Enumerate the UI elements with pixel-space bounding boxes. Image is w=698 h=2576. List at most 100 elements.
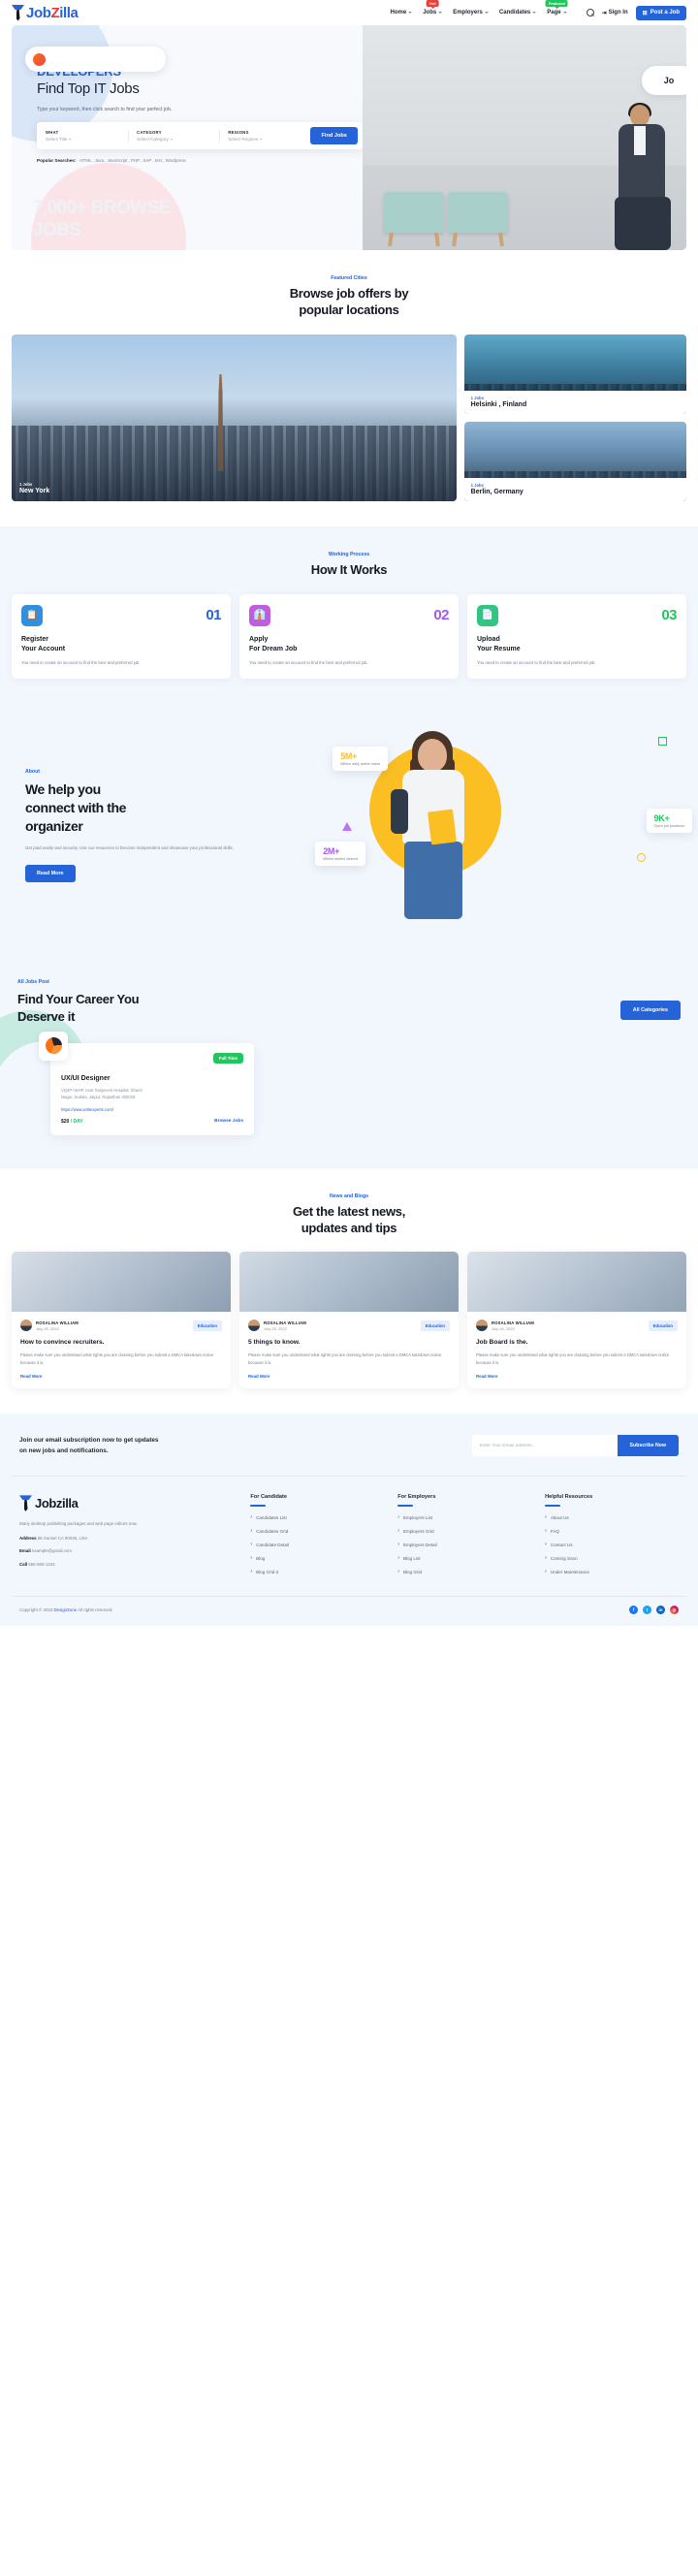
- avatar: [20, 1320, 32, 1332]
- search-icon[interactable]: [586, 9, 594, 16]
- footer-link[interactable]: › Blog Grid: [397, 1569, 531, 1574]
- designzone-link[interactable]: DesignZone: [53, 1607, 77, 1612]
- step-number: 02: [433, 607, 449, 624]
- footer-link[interactable]: › Blog: [250, 1555, 384, 1561]
- chevron-right-icon: ›: [250, 1555, 253, 1562]
- hero-floating-search[interactable]: [25, 47, 166, 72]
- twitter-icon[interactable]: t: [643, 1606, 651, 1615]
- find-jobs-button[interactable]: Find Jobs: [310, 127, 358, 145]
- footer-link[interactable]: › Employers Grid: [397, 1528, 531, 1534]
- city-label: 1 Jobs New York: [12, 476, 57, 501]
- footer-link[interactable]: › Candidates List: [250, 1514, 384, 1520]
- how-card-upload[interactable]: 📄 03 Upload Your Resume You need to creat…: [467, 593, 686, 680]
- all-categories-button[interactable]: All Categories: [619, 1001, 681, 1021]
- how-card-apply[interactable]: 👔 02 Apply For Dream Job You need to crea…: [239, 593, 459, 680]
- sign-in-button[interactable]: ⇥ Sign In: [602, 10, 628, 16]
- blog-card[interactable]: ROSALINA WILLIAM July 25, 2022 Education…: [239, 1252, 459, 1388]
- newsletter-email-input[interactable]: [471, 1435, 618, 1457]
- city-job-count: 1 Jobs: [470, 395, 484, 400]
- how-cards: 📋 01 Register Your Account You need to cr…: [12, 593, 686, 680]
- post-job-label: Post a Job: [650, 10, 680, 16]
- chevron-down-icon: [170, 138, 173, 141]
- nav-label: Page: [547, 10, 561, 16]
- job-website-link[interactable]: https://www.w3itexperts.com/: [61, 1107, 243, 1112]
- brand-logo[interactable]: JobZilla: [12, 4, 79, 21]
- footer-link[interactable]: › Coming Soon: [545, 1555, 679, 1561]
- featured-badge: Featured: [545, 0, 568, 7]
- footer-link[interactable]: › Candidates Grid: [250, 1528, 384, 1534]
- popular-tags[interactable]: HTML , Java , JavaScript , PHP , SAP , t…: [79, 158, 185, 163]
- blog-category-badge[interactable]: Education: [192, 1320, 222, 1331]
- briefcase-icon: ⊞: [642, 10, 648, 16]
- copyright-text: Copyright © 2023 DesignZone All rights r…: [19, 1607, 113, 1613]
- search-field-regions[interactable]: REGIONS Select Regions: [228, 130, 302, 142]
- facebook-icon[interactable]: f: [629, 1606, 638, 1615]
- footer-link[interactable]: › Contact Us: [545, 1542, 679, 1547]
- nav-item-candidates[interactable]: Candidates: [499, 10, 537, 16]
- footer-link[interactable]: › Blog List: [397, 1555, 531, 1561]
- city-label: 1 Jobs Helsinki , Finland: [463, 390, 686, 414]
- nav-item-page[interactable]: Featured Page: [545, 0, 568, 16]
- chevron-right-icon: ›: [545, 1542, 547, 1548]
- subscribe-button[interactable]: Subscribe Now: [617, 1435, 679, 1457]
- post-a-job-button[interactable]: ⊞ Post a Job: [635, 5, 686, 20]
- read-more-link[interactable]: Read More: [476, 1374, 678, 1379]
- blog-section: News and Blogs Get the latest news, upda…: [0, 1167, 698, 1414]
- blog-card[interactable]: ROSALINA WILLIAM July 25, 2022 Education…: [12, 1252, 231, 1388]
- blog-card[interactable]: ROSALINA WILLIAM July 25, 2022 Education…: [467, 1252, 686, 1388]
- nav-item-employers[interactable]: Employers: [453, 10, 489, 16]
- stat-card-active-users: 5M+ Million daily active users: [333, 747, 389, 772]
- footer-link[interactable]: › About Us: [545, 1514, 679, 1520]
- city-job-count: 1 Jobs: [19, 481, 33, 487]
- blog-grid: ROSALINA WILLIAM July 25, 2022 Education…: [12, 1252, 686, 1388]
- city-card-helsinki[interactable]: 1 Jobs Helsinki , Finland: [463, 334, 686, 414]
- nav-item-home[interactable]: Home: [391, 10, 413, 16]
- section-title: Find Your Career You Deserve it: [17, 992, 140, 1025]
- read-more-button[interactable]: Read More: [25, 864, 76, 882]
- blog-title: How to convince recruiters.: [20, 1339, 105, 1347]
- company-logo-icon: [39, 1031, 68, 1061]
- chevron-right-icon: ›: [397, 1542, 399, 1548]
- instagram-icon[interactable]: ◎: [670, 1606, 679, 1615]
- nav-item-jobs[interactable]: Hot Jobs: [423, 0, 443, 16]
- job-title: UX/UI Designer: [61, 1074, 111, 1082]
- stat-label: Million stories shared: [323, 857, 358, 862]
- how-card-register[interactable]: 📋 01 Register Your Account You need to cr…: [12, 593, 231, 680]
- search-field-what[interactable]: WHAT Select Title: [46, 130, 120, 142]
- jobs-section: All Jobs Post Find Your Career You Deser…: [0, 952, 698, 1168]
- landing-page: JobZilla Home Hot Jobs Employers Candida…: [0, 0, 698, 1627]
- city-name: Helsinki , Finland: [470, 400, 527, 408]
- footer-link[interactable]: › Employers Detail: [397, 1542, 531, 1547]
- read-more-link[interactable]: Read More: [20, 1374, 222, 1379]
- stat-label: Open job positions: [653, 824, 684, 829]
- chevron-down-icon: [562, 12, 567, 14]
- necktie-logo-icon: [19, 1494, 32, 1511]
- hero-image: Jo: [362, 25, 686, 250]
- blog-thumbnail: [239, 1252, 459, 1313]
- job-card[interactable]: Full Time UX/UI Designer VQ4P+WHP, near …: [39, 1031, 254, 1135]
- field-label: CATEGORY: [137, 130, 162, 136]
- blog-thumbnail: [467, 1252, 686, 1313]
- city-card-berlin[interactable]: 1 Jobs Berlin, Germany: [463, 421, 686, 501]
- stat-number: 2M+: [323, 846, 340, 857]
- footer-link[interactable]: › FAQ: [545, 1528, 679, 1534]
- hero-subtitle: Type your keyword, then click search to …: [37, 107, 173, 113]
- footer-logo[interactable]: Jobzilla: [19, 1494, 237, 1511]
- avatar: [248, 1320, 260, 1332]
- footer-link[interactable]: › Employers List: [397, 1514, 531, 1520]
- blog-title: 5 things to know.: [248, 1339, 301, 1347]
- footer-link[interactable]: › Under Maintenance: [545, 1569, 679, 1574]
- browse-jobs-link[interactable]: Browse Jobs: [214, 1119, 243, 1124]
- footer-link[interactable]: › Blog Grid-2: [250, 1569, 384, 1574]
- blog-thumbnail: [12, 1252, 231, 1313]
- read-more-link[interactable]: Read More: [248, 1374, 450, 1379]
- blog-category-badge[interactable]: Education: [648, 1320, 678, 1331]
- search-field-category[interactable]: CATEGORY Select Category: [137, 130, 211, 142]
- blog-category-badge[interactable]: Education: [420, 1320, 450, 1331]
- city-card-new-york[interactable]: 1 Jobs New York: [12, 334, 457, 501]
- stat-card-stories: 2M+ Million stories shared: [315, 842, 365, 867]
- footer-column-heading: For Candidate: [250, 1494, 287, 1501]
- city-label: 1 Jobs Berlin, Germany: [463, 477, 686, 501]
- footer-link[interactable]: › Candidate Detail: [250, 1542, 384, 1547]
- linkedin-icon[interactable]: in: [656, 1606, 665, 1615]
